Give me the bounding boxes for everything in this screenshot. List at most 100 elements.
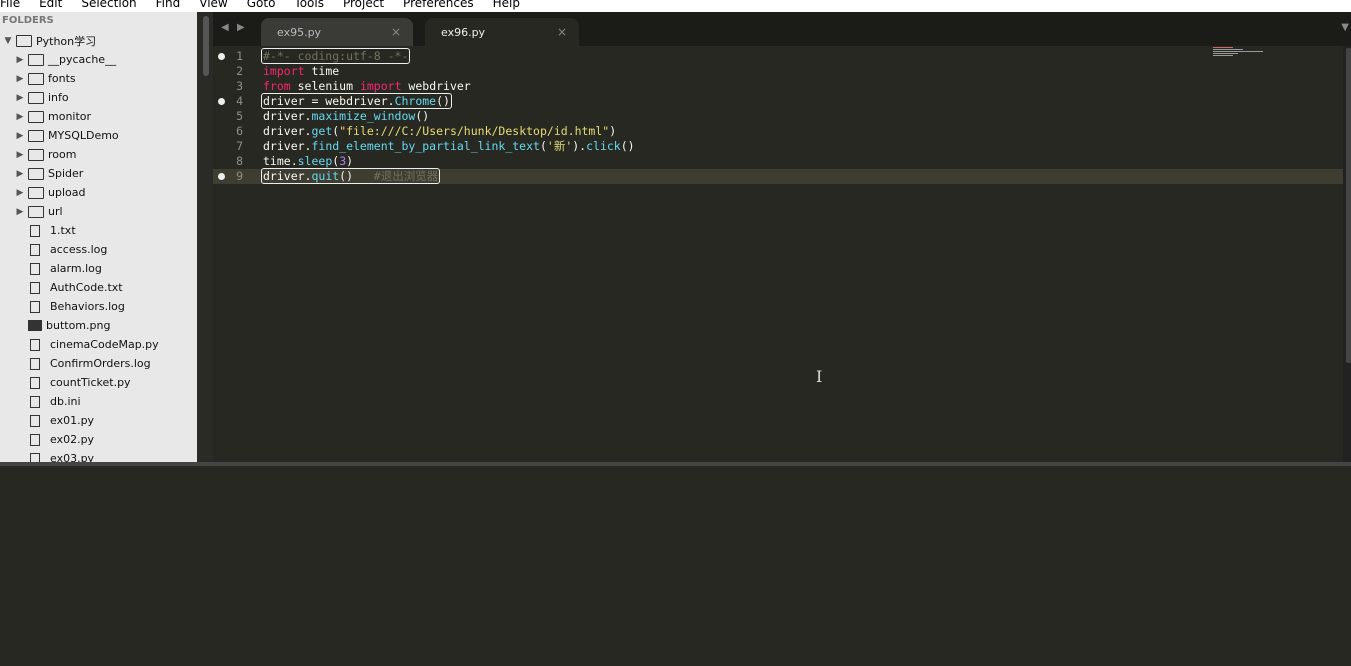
file-item[interactable]: ex02.py xyxy=(0,430,197,449)
collapsed-arrow-icon[interactable]: ▶ xyxy=(14,93,26,103)
tab-prev-icon[interactable]: ◀ xyxy=(221,22,229,33)
file-label: alarm.log xyxy=(50,262,102,275)
menu-goto[interactable]: Goto xyxy=(247,0,276,12)
sidebar-scrollbar[interactable] xyxy=(197,12,213,462)
folder-icon xyxy=(28,91,44,104)
menu-find[interactable]: Find xyxy=(156,0,181,12)
menu-tools[interactable]: Tools xyxy=(294,0,324,12)
file-icon xyxy=(30,281,40,294)
file-label: ex03.py xyxy=(50,452,95,462)
folders-header: FOLDERS xyxy=(2,15,54,26)
file-label: ex02.py xyxy=(50,433,95,446)
folder-item[interactable]: ▶ url xyxy=(0,202,197,221)
folder-icon xyxy=(28,110,44,123)
folder-label: info xyxy=(48,91,69,104)
sidebar-scroll-thumb[interactable] xyxy=(203,16,209,76)
close-icon[interactable]: × xyxy=(391,25,401,39)
bookmark-dot-icon xyxy=(218,98,225,105)
file-label: Behaviors.log xyxy=(50,300,125,313)
folder-item[interactable]: ▶ MYSQLDemo xyxy=(0,126,197,145)
folder-item[interactable]: ▶ monitor xyxy=(0,107,197,126)
collapsed-arrow-icon[interactable]: ▶ xyxy=(14,188,26,198)
folder-icon xyxy=(28,148,44,161)
bookmark-dot-icon xyxy=(218,53,225,60)
code-editor[interactable]: 1 #-*- coding:utf-8 -*- 2 import time 3 fro… xyxy=(213,46,1343,462)
file-icon xyxy=(30,376,40,389)
file-icon xyxy=(30,243,40,256)
file-icon xyxy=(30,395,40,408)
folder-icon xyxy=(28,129,44,142)
file-item[interactable]: db.ini xyxy=(0,392,197,411)
folder-item[interactable]: ▶ Spider xyxy=(0,164,197,183)
folder-label: room xyxy=(48,148,77,161)
file-label: ConfirmOrders.log xyxy=(50,357,151,370)
file-item[interactable]: AuthCode.txt xyxy=(0,278,197,297)
file-icon xyxy=(30,452,40,462)
collapsed-arrow-icon[interactable]: ▶ xyxy=(14,74,26,84)
menu-project[interactable]: Project xyxy=(343,0,384,12)
tab-ex95[interactable]: ex95.py × xyxy=(261,18,413,46)
file-item[interactable]: Behaviors.log xyxy=(0,297,197,316)
expand-arrow-icon[interactable]: ▼ xyxy=(2,36,14,46)
folder-label: monitor xyxy=(48,110,92,123)
tab-dropdown-icon[interactable]: ▼ xyxy=(1341,22,1349,33)
tab-next-icon[interactable]: ▶ xyxy=(237,22,245,33)
menu-preferences[interactable]: Preferences xyxy=(403,0,474,12)
folder-label: Python学习 xyxy=(36,34,97,48)
tab-label: ex96.py xyxy=(441,26,486,39)
file-item[interactable]: alarm.log xyxy=(0,259,197,278)
file-item[interactable]: cinemaCodeMap.py xyxy=(0,335,197,354)
folder-item[interactable]: ▶ upload xyxy=(0,183,197,202)
code-line: 5 driver.maximize_window() xyxy=(236,109,430,123)
code-line-current: 9 driver.quit() #退出浏览器 xyxy=(213,168,1343,184)
editor-scroll-thumb[interactable] xyxy=(1346,48,1351,363)
folder-item[interactable]: ▶ info xyxy=(0,88,197,107)
folder-icon xyxy=(28,72,44,85)
folder-icon xyxy=(28,53,44,66)
file-item[interactable]: ex03.py xyxy=(0,449,197,462)
text-cursor-icon: I xyxy=(816,367,823,386)
tab-bar: ◀ ▶ ex95.py × ex96.py × ▼ xyxy=(213,12,1351,46)
root-folder[interactable]: ▼ Python学习 xyxy=(0,31,197,50)
code-line: 3 from selenium import webdriver xyxy=(236,79,471,93)
collapsed-arrow-icon[interactable]: ▶ xyxy=(14,207,26,217)
collapsed-arrow-icon[interactable]: ▶ xyxy=(14,131,26,141)
file-icon xyxy=(30,262,40,275)
folder-item[interactable]: ▶ __pycache__ xyxy=(0,50,197,69)
file-label: AuthCode.txt xyxy=(50,281,123,294)
collapsed-arrow-icon[interactable]: ▶ xyxy=(14,112,26,122)
file-label: access.log xyxy=(50,243,108,256)
minimap[interactable] xyxy=(1213,47,1268,67)
menu-view[interactable]: View xyxy=(199,0,227,12)
file-item[interactable]: 1.txt xyxy=(0,221,197,240)
menu-selection[interactable]: Selection xyxy=(81,0,136,12)
file-item[interactable]: access.log xyxy=(0,240,197,259)
menu-edit[interactable]: Edit xyxy=(39,0,62,12)
file-item[interactable]: buttom.png xyxy=(0,316,197,335)
code-line: 4 driver = webdriver.Chrome() xyxy=(213,93,1343,109)
file-icon xyxy=(30,338,40,351)
file-label: cinemaCodeMap.py xyxy=(50,338,159,351)
tab-label: ex95.py xyxy=(277,26,322,39)
file-icon xyxy=(30,224,40,237)
collapsed-arrow-icon[interactable]: ▶ xyxy=(14,169,26,179)
tab-ex96[interactable]: ex96.py × xyxy=(425,18,579,46)
file-item[interactable]: countTicket.py xyxy=(0,373,197,392)
code-line: 8 time.sleep(3) xyxy=(236,154,354,168)
file-item[interactable]: ex01.py xyxy=(0,411,197,430)
bookmark-dot-icon xyxy=(218,173,225,180)
collapsed-arrow-icon[interactable]: ▶ xyxy=(14,55,26,65)
folder-label: fonts xyxy=(48,72,76,85)
open-folder-icon xyxy=(16,34,32,47)
file-label: buttom.png xyxy=(46,319,111,332)
folder-label: Spider xyxy=(48,167,84,180)
image-file-icon xyxy=(28,320,42,331)
menu-help[interactable]: Help xyxy=(493,0,520,12)
folder-item[interactable]: ▶ fonts xyxy=(0,69,197,88)
menu-file[interactable]: File xyxy=(0,0,20,12)
file-item[interactable]: ConfirmOrders.log xyxy=(0,354,197,373)
folder-item[interactable]: ▶ room xyxy=(0,145,197,164)
folder-label: upload xyxy=(48,186,86,199)
close-icon[interactable]: × xyxy=(557,25,567,39)
collapsed-arrow-icon[interactable]: ▶ xyxy=(14,150,26,160)
